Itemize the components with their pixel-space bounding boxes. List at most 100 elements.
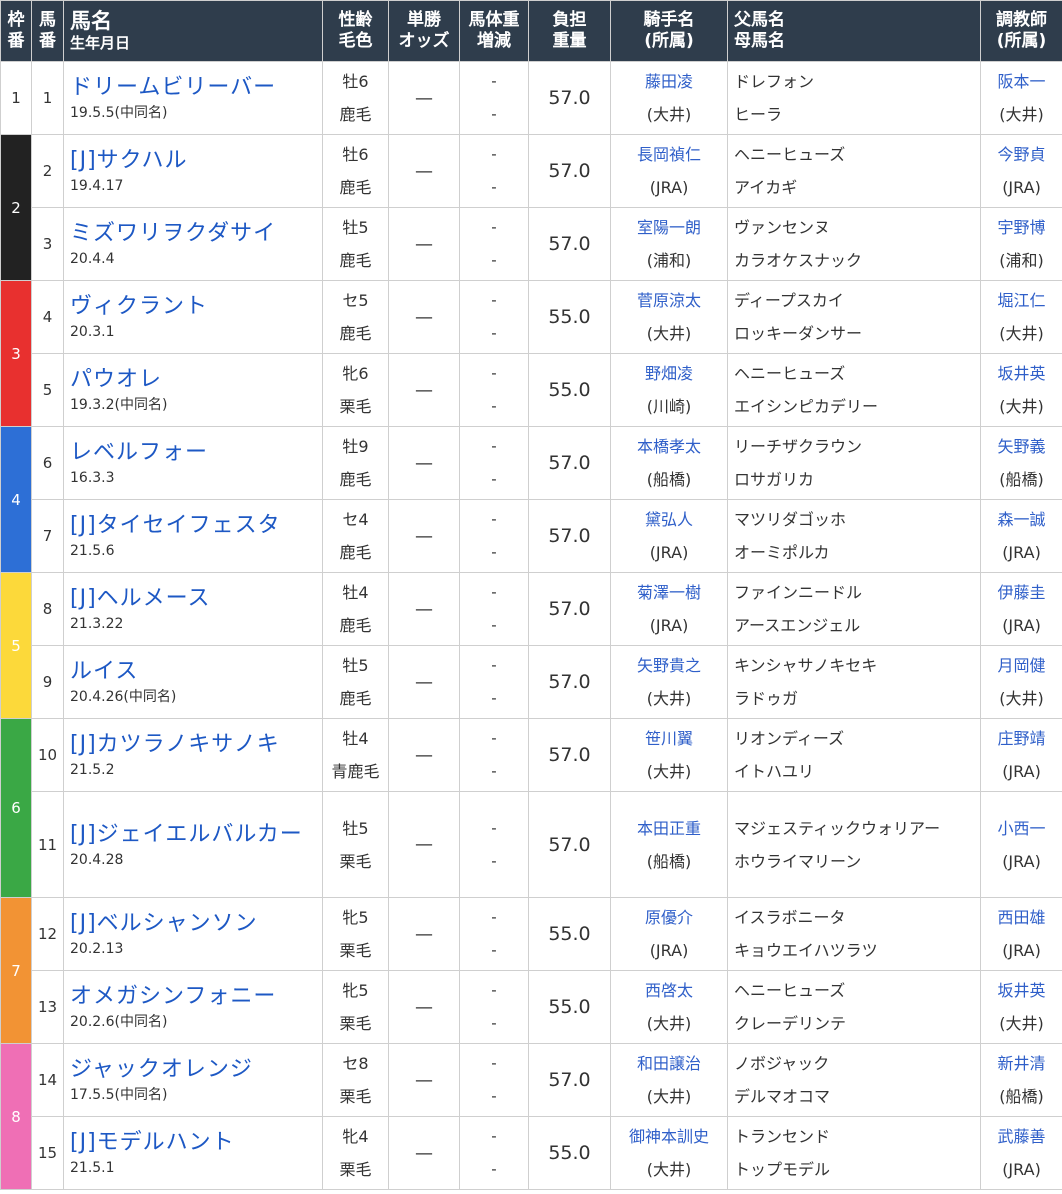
- horse-name-link[interactable]: ミズワリヲクダサイ: [70, 219, 322, 249]
- trainer-link[interactable]: 武藤善: [982, 1120, 1062, 1153]
- body-weight: -: [491, 729, 497, 747]
- dam-name: ロッキーダンサー: [734, 324, 863, 343]
- jockey-affiliation: (大井): [646, 689, 692, 708]
- trainer-link[interactable]: 月岡健: [982, 649, 1062, 682]
- jockey-link[interactable]: 菅原涼太: [612, 284, 727, 317]
- body-weight-cell: --: [459, 572, 529, 646]
- burden-cell: 57.0: [528, 499, 611, 573]
- jockey-link[interactable]: 和田譲治: [612, 1047, 727, 1080]
- jockey-cell: 御神本訓史 (大井): [610, 1116, 728, 1190]
- dam-name: アースエンジェル: [734, 616, 861, 635]
- horse-name-link[interactable]: ドリームビリーバー: [70, 73, 322, 103]
- horse-name-link[interactable]: [J]ジェイエルバルカー: [70, 820, 322, 850]
- umaban: 8: [42, 600, 53, 618]
- sex-age: 牝6: [342, 364, 369, 383]
- body-weight-change: -: [491, 178, 497, 196]
- horse-name-cell: ミズワリヲクダサイ 20.4.4: [63, 207, 323, 281]
- body-weight: -: [491, 1127, 497, 1145]
- parents-cell: リーチザクラウン ロサガリカ: [727, 426, 981, 500]
- horse-name-link[interactable]: ルイス: [70, 657, 322, 687]
- body-weight-cell: --: [459, 897, 529, 971]
- horse-name-link[interactable]: ジャックオレンジ: [70, 1055, 322, 1085]
- horse-name-link[interactable]: ヴィクラント: [70, 292, 322, 322]
- jockey-link[interactable]: 笹川翼: [612, 722, 727, 755]
- odds-value: —: [415, 160, 433, 182]
- sex-age-cell: 牡4 青鹿毛: [322, 718, 389, 792]
- jockey-link[interactable]: 原優介: [612, 901, 727, 934]
- jockey-cell: 黛弘人 (JRA): [610, 499, 728, 573]
- trainer-link[interactable]: 小西一: [982, 812, 1062, 845]
- odds-cell: —: [388, 353, 460, 427]
- jockey-affiliation: (JRA): [649, 616, 689, 635]
- sex-age: 牡5: [342, 218, 369, 237]
- horse-name-link[interactable]: オメガシンフォニー: [70, 982, 322, 1012]
- jockey-affiliation: (船橋): [646, 851, 692, 871]
- sex-age: セ4: [342, 510, 369, 529]
- umaban-cell: 4: [31, 280, 64, 354]
- horse-name-link[interactable]: [J]サクハル: [70, 146, 322, 176]
- horse-name-link[interactable]: レベルフォー: [70, 438, 322, 468]
- burden-weight: 57.0: [548, 671, 591, 693]
- jockey-link[interactable]: 野畑凌: [612, 357, 727, 390]
- birth-date: 20.3.1: [70, 324, 115, 340]
- header-trainer: 調教師 (所属): [980, 0, 1062, 62]
- trainer-link[interactable]: 伊藤圭: [982, 576, 1062, 609]
- umaban-cell: 8: [31, 572, 64, 646]
- body-weight-change: -: [491, 762, 497, 780]
- body-weight: -: [491, 510, 497, 528]
- waku-cell: 1: [0, 61, 32, 135]
- birth-date: 20.2.13: [70, 941, 124, 957]
- trainer-affiliation: (JRA): [1002, 178, 1041, 197]
- horse-name-cell: [J]カツラノキサノキ 21.5.2: [63, 718, 323, 792]
- jockey-link[interactable]: 藤田凌: [612, 65, 727, 98]
- horse-name-link[interactable]: [J]タイセイフェスタ: [70, 511, 322, 541]
- jockey-link[interactable]: 長岡禎仁: [612, 138, 727, 171]
- horse-name-cell: ジャックオレンジ 17.5.5(中同名): [63, 1043, 323, 1117]
- trainer-link[interactable]: 今野貞: [982, 138, 1062, 171]
- jockey-link[interactable]: 御神本訓史: [612, 1120, 727, 1153]
- umaban: 3: [42, 235, 53, 253]
- jockey-link[interactable]: 室陽一朗: [612, 211, 727, 244]
- horse-name-link[interactable]: [J]カツラノキサノキ: [70, 730, 322, 760]
- jockey-cell: 藤田凌 (大井): [610, 61, 728, 135]
- trainer-link[interactable]: 西田雄: [982, 901, 1062, 934]
- trainer-affiliation: (JRA): [1002, 851, 1041, 871]
- sex-age-cell: 牝4 栗毛: [322, 1116, 389, 1190]
- odds-value: —: [415, 598, 433, 620]
- trainer-link[interactable]: 庄野靖: [982, 722, 1062, 755]
- coat-color: 栗毛: [339, 941, 372, 960]
- trainer-affiliation: (船橋): [999, 1087, 1044, 1106]
- trainer-link[interactable]: 阪本一: [982, 65, 1062, 98]
- body-weight-cell: --: [459, 207, 529, 281]
- dam-name: カラオケスナック: [734, 251, 863, 270]
- horse-name-link[interactable]: パウオレ: [70, 365, 322, 395]
- jockey-link[interactable]: 本橋孝太: [612, 430, 727, 463]
- trainer-link[interactable]: 新井清: [982, 1047, 1062, 1080]
- trainer-affiliation: (JRA): [1002, 1160, 1041, 1179]
- body-weight-change: -: [491, 689, 497, 707]
- burden-weight: 57.0: [548, 598, 591, 620]
- body-weight-change: -: [491, 1014, 497, 1032]
- horse-name-cell: [J]ジェイエルバルカー 20.4.28: [63, 791, 323, 898]
- parents-cell: リオンディーズ イトハユリ: [727, 718, 981, 792]
- trainer-link[interactable]: 矢野義: [982, 430, 1062, 463]
- burden-weight: 57.0: [548, 525, 591, 547]
- horse-name-cell: パウオレ 19.3.2(中同名): [63, 353, 323, 427]
- sire-name: マツリダゴッホ: [734, 510, 847, 529]
- jockey-link[interactable]: 黛弘人: [612, 503, 727, 536]
- jockey-link[interactable]: 西啓太: [612, 974, 727, 1007]
- jockey-link[interactable]: 菊澤一樹: [612, 576, 727, 609]
- trainer-link[interactable]: 森一誠: [982, 503, 1062, 536]
- jockey-link[interactable]: 本田正重: [612, 812, 727, 845]
- header-jockey: 騎手名 (所属): [610, 0, 728, 62]
- trainer-link[interactable]: 宇野博: [982, 211, 1062, 244]
- trainer-link[interactable]: 坂井英: [982, 974, 1062, 1007]
- horse-name-link[interactable]: [J]ベルシャンソン: [70, 909, 322, 939]
- trainer-link[interactable]: 堀江仁: [982, 284, 1062, 317]
- burden-weight: 57.0: [548, 452, 591, 474]
- parents-cell: ヘニーヒューズ クレーデリンテ: [727, 970, 981, 1044]
- horse-name-link[interactable]: [J]ヘルメース: [70, 584, 322, 614]
- jockey-link[interactable]: 矢野貴之: [612, 649, 727, 682]
- horse-name-link[interactable]: [J]モデルハント: [70, 1128, 322, 1158]
- trainer-link[interactable]: 坂井英: [982, 357, 1062, 390]
